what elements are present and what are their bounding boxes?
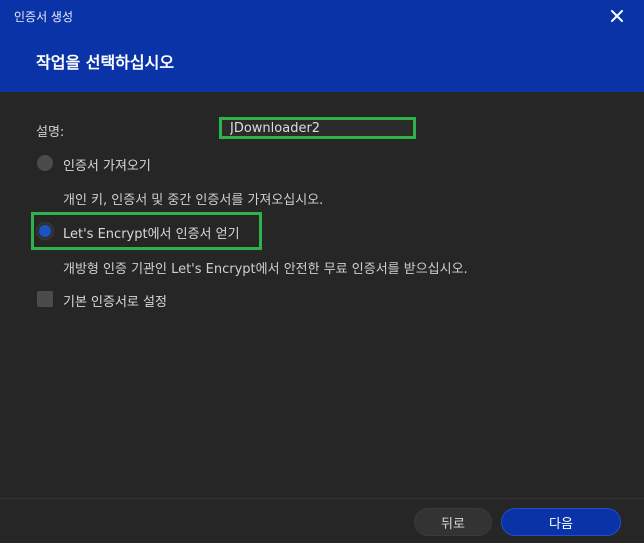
back-button[interactable]: 뒤로 [414,508,492,536]
default-certificate-label[interactable]: 기본 인증서로 설정 [63,291,167,310]
close-icon [611,10,623,22]
radio-import-certificate[interactable] [37,155,53,171]
description-input[interactable] [219,117,416,139]
option-import-certificate-label[interactable]: 인증서 가져오기 [63,155,151,174]
description-label: 설명: [36,125,65,140]
radio-lets-encrypt[interactable] [37,223,53,239]
window-title: 인증서 생성 [14,10,74,24]
next-button[interactable]: 다음 [501,508,621,536]
option-lets-encrypt-description: 개방형 인증 기관인 Let's Encrypt에서 안전한 무료 인증서를 받… [63,262,468,277]
default-certificate-checkbox[interactable] [37,291,53,307]
option-import-certificate-description: 개인 키, 인증서 및 중간 인증서를 가져오십시오. [63,193,324,208]
dialog-header: 인증서 생성 작업을 선택하십시오 [0,0,644,92]
close-button[interactable] [606,5,628,27]
page-title: 작업을 선택하십시오 [36,53,175,72]
option-lets-encrypt-label[interactable]: Let's Encrypt에서 인증서 얻기 [63,223,240,242]
